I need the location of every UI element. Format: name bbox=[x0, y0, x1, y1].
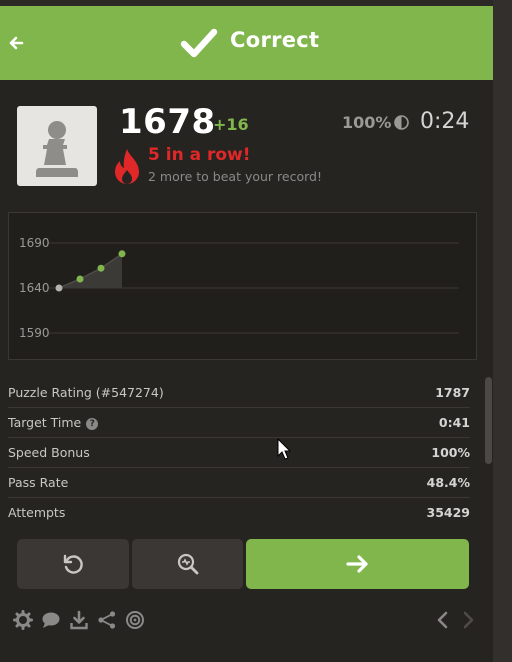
flame-icon bbox=[113, 148, 141, 186]
data-point bbox=[76, 275, 84, 283]
gear-icon[interactable] bbox=[13, 610, 33, 630]
timer: 0:24 bbox=[420, 109, 470, 134]
stat-value: 100% bbox=[431, 445, 470, 460]
stats-list: Puzzle Rating (#547274) 1787 Target Time… bbox=[0, 378, 478, 522]
puzzle-rating: 1678 bbox=[119, 102, 216, 142]
pawn-icon bbox=[36, 121, 78, 177]
stat-row-target-time: Target Time? 0:41 bbox=[8, 408, 470, 438]
target-icon[interactable] bbox=[125, 610, 145, 630]
stat-value: 1787 bbox=[435, 385, 470, 400]
stat-row-speed-bonus: Speed Bonus 100% bbox=[8, 438, 470, 468]
rating-graph: 1690 1640 1590 bbox=[8, 212, 477, 360]
stat-label: Speed Bonus bbox=[8, 445, 90, 460]
mouse-cursor bbox=[277, 437, 292, 460]
stat-value: 0:41 bbox=[438, 415, 470, 430]
accuracy-value: 100% bbox=[342, 113, 392, 132]
next-puzzle-button[interactable] bbox=[246, 539, 469, 589]
series-area bbox=[59, 253, 122, 288]
avatar bbox=[17, 106, 97, 186]
y-tick-label: 1640 bbox=[19, 281, 50, 295]
help-icon[interactable]: ? bbox=[86, 418, 99, 430]
checkmark-icon bbox=[180, 27, 218, 61]
retry-icon bbox=[63, 554, 83, 574]
stat-label: Pass Rate bbox=[8, 475, 69, 490]
data-point bbox=[55, 284, 63, 292]
y-tick-label: 1590 bbox=[19, 326, 50, 340]
stat-label-wrap: Target Time? bbox=[8, 415, 99, 430]
download-icon[interactable] bbox=[69, 610, 89, 630]
outer-background bbox=[493, 0, 512, 662]
stat-row-pass-rate: Pass Rate 48.4% bbox=[8, 468, 470, 498]
scrollbar-thumb[interactable] bbox=[485, 377, 492, 464]
data-point bbox=[118, 250, 126, 258]
chevron-left-icon[interactable] bbox=[433, 610, 453, 630]
data-point bbox=[97, 264, 105, 272]
chat-icon[interactable] bbox=[41, 610, 61, 630]
chevron-right-icon[interactable] bbox=[458, 610, 478, 630]
stat-row-puzzle-rating: Puzzle Rating (#547274) 1787 bbox=[8, 378, 470, 408]
stat-row-attempts: Attempts 35429 bbox=[8, 498, 470, 522]
retry-button[interactable] bbox=[17, 539, 129, 589]
y-tick-label: 1690 bbox=[19, 236, 50, 250]
streak-subtext: 2 more to beat your record! bbox=[148, 169, 322, 184]
stat-value: 48.4% bbox=[426, 475, 470, 490]
header-title: Correct bbox=[230, 28, 320, 52]
half-circle-icon bbox=[394, 115, 409, 130]
rating-delta: +16 bbox=[213, 115, 249, 134]
stat-value: 35429 bbox=[426, 505, 471, 520]
analysis-icon bbox=[177, 553, 198, 575]
stat-label: Puzzle Rating (#547274) bbox=[8, 385, 164, 400]
rating-chart: 1690 1640 1590 bbox=[19, 236, 459, 340]
analysis-button[interactable] bbox=[132, 539, 243, 589]
streak-text: 5 in a row! bbox=[148, 145, 251, 165]
arrow-right-icon bbox=[345, 555, 368, 573]
arrow-left-icon[interactable] bbox=[8, 35, 24, 51]
share-icon[interactable] bbox=[97, 610, 117, 630]
stat-label: Attempts bbox=[8, 505, 66, 520]
stat-label: Target Time bbox=[8, 415, 82, 430]
